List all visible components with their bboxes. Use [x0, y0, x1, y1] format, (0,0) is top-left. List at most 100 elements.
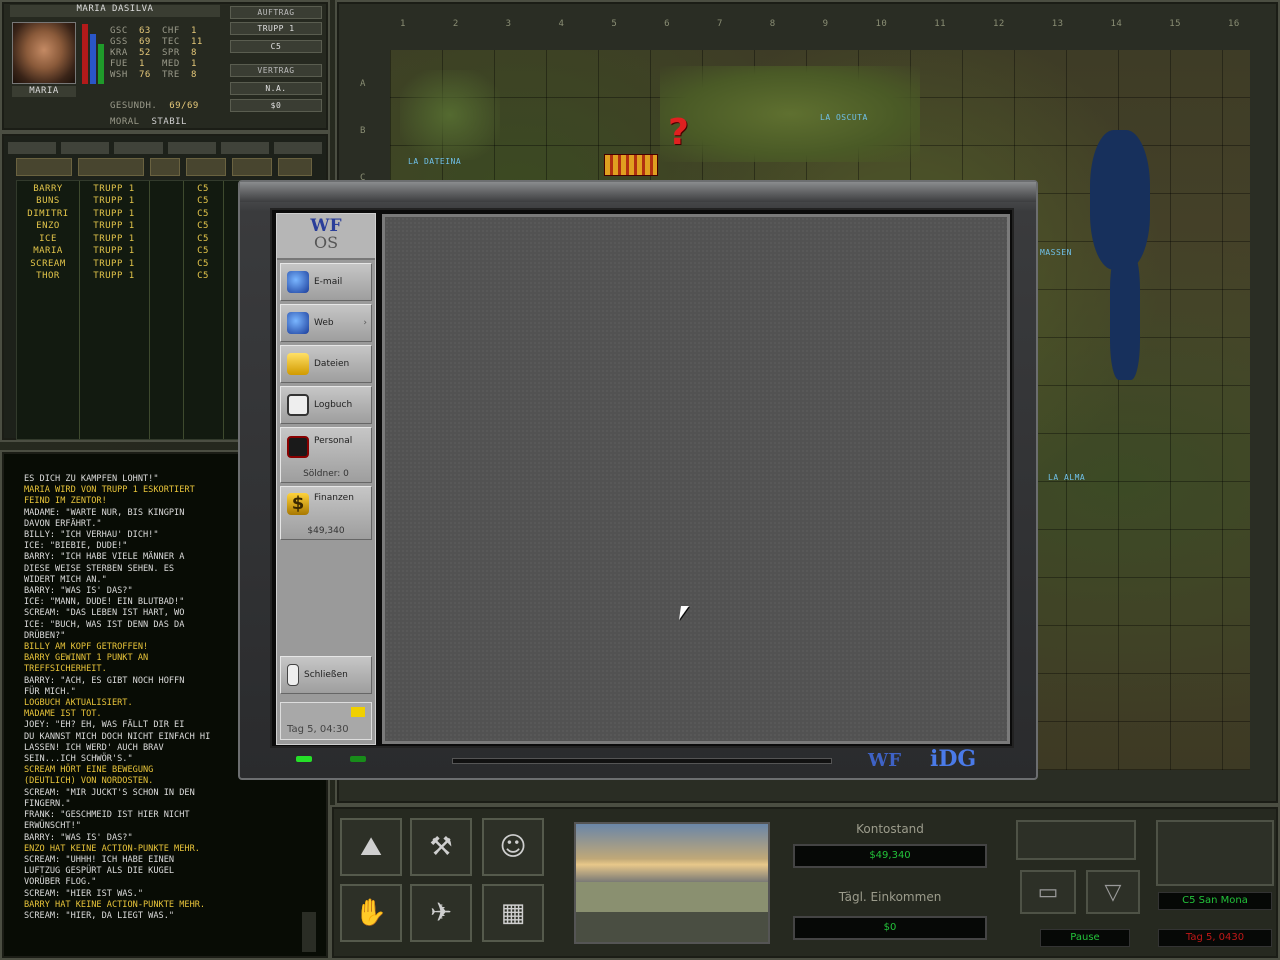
merc-stats: Gsc 63 Chf 1 Gss 69 Tec 11 Kra 52 Spr 8 Fue 1 Med 1 Wsh 7… — [110, 27, 207, 80]
map-column-number: 14 — [1110, 19, 1123, 29]
finances-balance: $49,340 — [307, 526, 345, 536]
sector-preview — [574, 822, 770, 944]
daily-income-value: $0 — [793, 916, 987, 940]
sector-button[interactable]: C5 — [230, 40, 322, 53]
location-cell: C5 — [197, 183, 209, 194]
log-line: erwünscht!" — [24, 821, 81, 832]
health-value: 69/69 — [169, 101, 199, 111]
stat-value: 1 — [139, 59, 145, 69]
map-row-letter: B — [360, 126, 366, 136]
personnel-button[interactable]: Personal Söldner: 0 — [280, 427, 372, 483]
zoom-button[interactable] — [1016, 820, 1136, 860]
assignment-cell: Trupp 1 — [93, 183, 135, 194]
town-la-oscuta[interactable]: La Oscuta — [820, 114, 868, 122]
squad-tab[interactable] — [220, 142, 269, 154]
stat-label: Kra — [110, 48, 128, 58]
close-label: Schließen — [304, 670, 348, 680]
stat-label: Tec — [162, 37, 180, 47]
map-layer-icon: ✋ — [354, 898, 388, 928]
map-river — [1110, 250, 1140, 380]
stat-value: 1 — [191, 26, 197, 36]
mine-button[interactable]: ⚒ — [410, 818, 472, 876]
col-header-location[interactable] — [186, 158, 226, 176]
logbook-label: Logbuch — [314, 400, 353, 410]
items-button[interactable]: ▦ — [482, 884, 544, 942]
finances-button[interactable]: $ Finanzen $49,340 — [280, 486, 372, 540]
morale-value: Stabil — [151, 117, 187, 127]
col-header-contract[interactable] — [278, 158, 312, 176]
squad-tab[interactable] — [273, 142, 323, 154]
preview-sky — [576, 824, 768, 882]
location-cell: C5 — [197, 221, 209, 232]
log-scroll-button[interactable] — [302, 912, 316, 952]
merc-name-cell: Ice — [39, 233, 57, 244]
merc-nickname: Maria — [12, 86, 76, 97]
health-label: Gesundh. — [110, 101, 158, 111]
log-line: Barry: "Was is' das?" — [24, 832, 133, 843]
town-info-button[interactable]: ⛰ — [340, 818, 402, 876]
team-button[interactable]: ☺ — [482, 818, 544, 876]
col-header-destination[interactable] — [232, 158, 272, 176]
assignment-button[interactable]: Auftrag — [230, 6, 322, 19]
merc-status-bars — [82, 22, 106, 84]
stat-label: Fue — [110, 59, 128, 69]
stat-label: Wsh — [110, 70, 128, 80]
col-header-sleep[interactable] — [150, 158, 180, 176]
dollar-icon: $ — [287, 493, 309, 515]
finances-label: Finanzen — [314, 493, 354, 503]
personnel-icon — [287, 436, 309, 458]
squad-tab[interactable] — [61, 142, 110, 154]
map-forest — [660, 66, 920, 162]
assignment-cell: Trupp 1 — [93, 271, 135, 282]
options-button[interactable]: ▽ — [1086, 870, 1140, 914]
log-line: vorüber flog." — [24, 877, 97, 888]
col-header-assignment[interactable] — [78, 158, 144, 176]
balance-label: Kontostand — [856, 822, 924, 836]
energy-bar — [90, 34, 96, 84]
pause-button[interactable]: Pause — [1040, 929, 1130, 947]
squad-tab[interactable] — [114, 142, 163, 154]
town-la-alma[interactable]: La Alma — [1048, 474, 1085, 482]
laptop-display[interactable] — [382, 214, 1010, 744]
squad-tab[interactable] — [167, 142, 216, 154]
aircraft-button[interactable]: ✈ — [410, 884, 472, 942]
militia-button[interactable]: ✋ — [340, 884, 402, 942]
email-label: E-mail — [314, 277, 343, 287]
web-label: Web — [314, 318, 334, 328]
map-column-number: 5 — [611, 19, 618, 29]
town-la-dateina[interactable]: La Dateina — [408, 158, 461, 166]
stat-label: Chf — [162, 26, 180, 36]
laptop-slot — [452, 758, 832, 764]
laptop-window: WF OS E-mail Web › Dateien Logbuch Perso… — [238, 180, 1038, 780]
merc-name-cell: Maria — [33, 246, 63, 257]
squad-tab[interactable] — [8, 142, 57, 154]
stat-label: Gsc — [110, 26, 128, 36]
squad-map-marker[interactable] — [604, 154, 658, 176]
merc-portrait[interactable] — [12, 22, 76, 84]
laptop-button[interactable]: ▭ — [1020, 870, 1076, 914]
unknown-sector-marker[interactable]: ? — [668, 112, 689, 153]
contract-button[interactable]: Vertrag — [230, 64, 322, 77]
log-line: Frank: "Geschmeid ist hier nicht — [24, 810, 190, 821]
col-divider — [183, 181, 184, 439]
files-button[interactable]: Dateien — [280, 345, 372, 383]
stat-value: 1 — [191, 59, 197, 69]
contract-cost: $0 — [230, 99, 322, 112]
town-massen[interactable]: Massen — [1040, 249, 1072, 257]
location-cell: C5 — [197, 233, 209, 244]
location-cell: C5 — [197, 258, 209, 269]
map-column-number: 15 — [1169, 19, 1182, 29]
laptop-sidebar: WF OS E-mail Web › Dateien Logbuch Perso… — [276, 213, 376, 745]
close-button[interactable]: Schließen — [280, 656, 372, 694]
logbook-button[interactable]: Logbuch — [280, 386, 372, 424]
mercs-count: Söldner: 0 — [303, 469, 349, 479]
merc-name-cell: Thor — [36, 271, 60, 282]
col-header-name[interactable] — [16, 158, 72, 176]
shovel-icon: ⚒ — [429, 832, 453, 862]
close-button-wrap: Schließen — [280, 656, 372, 694]
laptop-clock: Tag 5, 04:30 — [280, 702, 372, 740]
email-button[interactable]: E-mail — [280, 263, 372, 301]
squad-assign-button[interactable]: Trupp 1 — [230, 22, 322, 35]
merc-name-cell: Dimitri — [27, 208, 69, 219]
web-button[interactable]: Web › — [280, 304, 372, 342]
